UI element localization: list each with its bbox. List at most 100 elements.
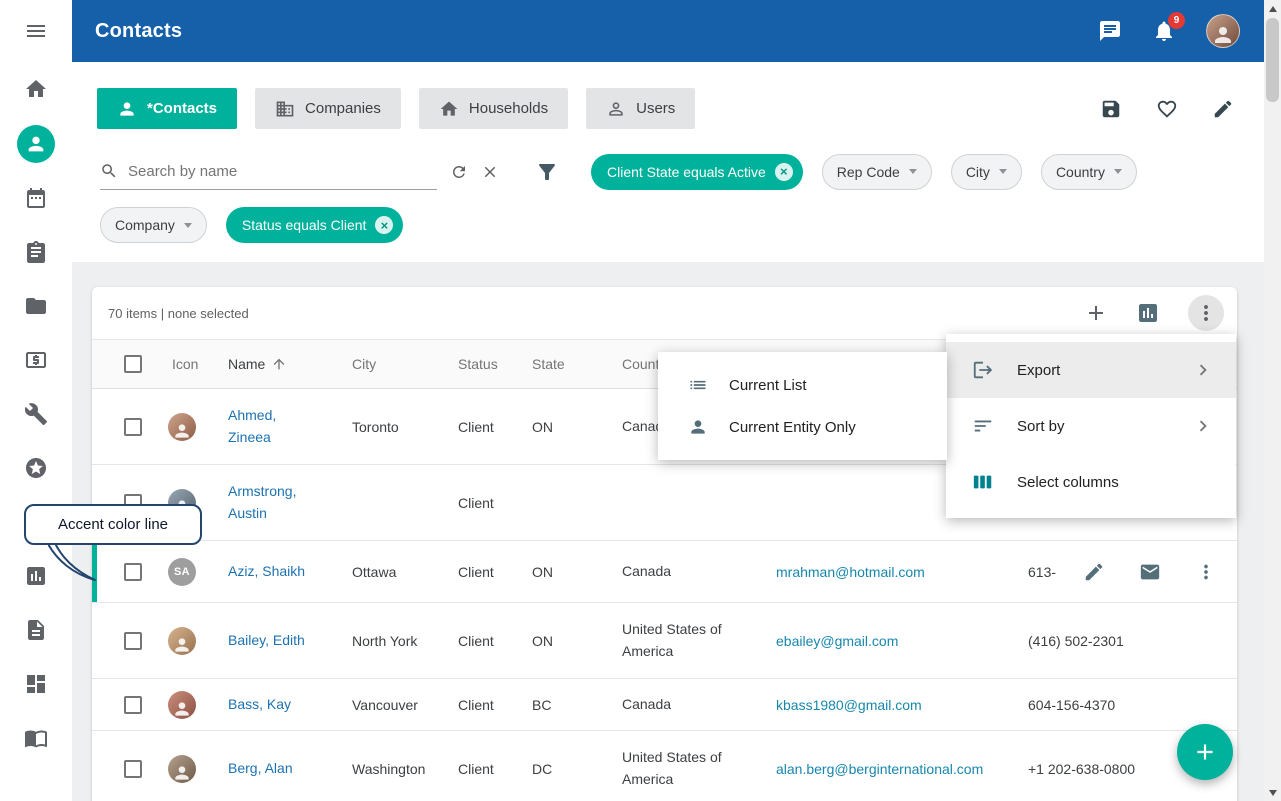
tab-households[interactable]: Households <box>419 88 568 129</box>
tab-users[interactable]: Users <box>586 88 695 129</box>
select-all-checkbox[interactable] <box>124 355 142 373</box>
remove-filter-icon[interactable]: × <box>375 216 393 234</box>
add-contact-icon[interactable] <box>1084 301 1108 325</box>
chat-icon[interactable] <box>1098 19 1122 43</box>
send-email-envelope-icon[interactable] <box>1139 561 1161 583</box>
sidebar-item-tools-icon[interactable] <box>24 402 48 426</box>
user-outline-icon <box>606 99 626 119</box>
refresh-icon[interactable] <box>450 163 468 181</box>
table-row-selected-accent[interactable]: SA Aziz, Shaikh Ottawa Client ON Canada … <box>92 541 1237 603</box>
list-icon <box>688 375 708 395</box>
tab-label: Users <box>636 100 675 117</box>
table-row[interactable]: Berg, Alan Washington Client DC United S… <box>92 731 1237 801</box>
sidebar-item-directory-icon[interactable] <box>24 726 48 750</box>
sidebar-item-contacts-icon[interactable] <box>17 125 55 163</box>
cell-state: ON <box>532 633 622 649</box>
scrollbar-thumb[interactable] <box>1266 18 1279 102</box>
column-header-name[interactable]: Name <box>228 356 352 372</box>
row-checkbox[interactable] <box>124 760 142 778</box>
favorite-heart-icon[interactable] <box>1156 98 1178 120</box>
filter-chip-label: City <box>966 164 990 180</box>
submenu-item-label: Current List <box>729 377 807 394</box>
column-header-city[interactable]: City <box>352 356 458 372</box>
column-header-status[interactable]: Status <box>458 356 532 372</box>
sidebar-item-dashboard-icon[interactable] <box>24 672 48 696</box>
contact-name-link[interactable]: Ahmed, Zineea <box>228 405 320 448</box>
contact-name-link[interactable]: Aziz, Shaikh <box>228 561 305 583</box>
cell-city: Toronto <box>352 419 458 435</box>
row-checkbox[interactable] <box>124 696 142 714</box>
filter-chip-country[interactable]: Country <box>1041 154 1137 190</box>
table-more-menu-icon[interactable] <box>1188 295 1224 331</box>
cell-status: Client <box>458 697 532 713</box>
sidebar-item-home-icon[interactable] <box>24 77 48 101</box>
cell-state: ON <box>532 564 622 580</box>
vertical-scrollbar[interactable] <box>1264 0 1281 801</box>
sidebar-item-documents-folder-icon[interactable] <box>24 294 48 318</box>
row-checkbox[interactable] <box>124 418 142 436</box>
home-icon <box>439 99 459 119</box>
hamburger-menu-icon[interactable] <box>24 19 48 43</box>
contact-email-link[interactable]: alan.berg@berginternational.com <box>776 761 983 777</box>
save-view-icon[interactable] <box>1100 98 1122 120</box>
edit-contact-pencil-icon[interactable] <box>1083 561 1105 583</box>
add-new-fab-button[interactable] <box>1177 724 1233 780</box>
contact-name-link[interactable]: Bass, Kay <box>228 694 291 716</box>
row-checkbox[interactable] <box>124 632 142 650</box>
caret-down-icon <box>999 169 1007 174</box>
edit-view-pencil-icon[interactable] <box>1212 98 1234 120</box>
table-row[interactable]: Bailey, Edith North York Client ON Unite… <box>92 603 1237 679</box>
menu-item-select-columns[interactable]: Select columns <box>946 454 1236 510</box>
remove-filter-icon[interactable]: × <box>775 163 793 181</box>
cell-status: Client <box>458 761 532 777</box>
scroll-up-arrow[interactable] <box>1264 0 1281 17</box>
sidebar-item-tasks-icon[interactable] <box>24 240 48 264</box>
cell-phone: (416) 502-2301 <box>1028 633 1237 649</box>
contact-name-link[interactable]: Armstrong, Austin <box>228 481 320 524</box>
chart-view-icon[interactable] <box>1136 301 1160 325</box>
filter-chip-rep-code[interactable]: Rep Code <box>822 154 932 190</box>
contact-email-link[interactable]: mrahman@hotmail.com <box>776 564 925 580</box>
submenu-item-current-list[interactable]: Current List <box>658 364 947 406</box>
row-more-menu-icon[interactable] <box>1195 561 1217 583</box>
contact-avatar-initials: SA <box>168 558 196 586</box>
filter-chip-status[interactable]: Status equals Client × <box>226 207 404 243</box>
contact-email-link[interactable]: ebailey@gmail.com <box>776 633 898 649</box>
row-checkbox[interactable] <box>124 563 142 581</box>
caret-down-icon <box>909 169 917 174</box>
cell-status: Client <box>458 633 532 649</box>
scroll-down-arrow[interactable] <box>1264 784 1281 801</box>
sidebar-item-files-icon[interactable] <box>24 618 48 642</box>
filter-chip-client-state[interactable]: Client State equals Active × <box>591 154 803 190</box>
contact-avatar <box>168 755 196 783</box>
tab-label: *Contacts <box>147 100 217 117</box>
cell-city: Ottawa <box>352 564 458 580</box>
column-header-icon[interactable]: Icon <box>154 356 224 372</box>
menu-item-label: Export <box>1017 362 1192 379</box>
filter-chip-company[interactable]: Company <box>100 207 207 243</box>
filter-funnel-icon[interactable] <box>535 160 559 184</box>
notifications-bell-icon[interactable]: 9 <box>1152 19 1176 43</box>
tab-companies[interactable]: Companies <box>255 88 401 129</box>
menu-item-export[interactable]: Export <box>946 342 1236 398</box>
column-header-state[interactable]: State <box>532 356 622 372</box>
sidebar-item-calendar-icon[interactable] <box>24 186 48 210</box>
contact-name-link[interactable]: Bailey, Edith <box>228 630 305 652</box>
sidebar-item-reports-icon[interactable] <box>24 564 48 588</box>
user-avatar[interactable] <box>1206 14 1240 48</box>
table-row[interactable]: Bass, Kay Vancouver Client BC Canada kba… <box>92 679 1237 731</box>
sidebar-item-opportunities-icon[interactable] <box>24 456 48 480</box>
contact-email-link[interactable]: kbass1980@gmail.com <box>776 697 922 713</box>
cell-country: Canada <box>622 694 671 716</box>
export-submenu: Current List Current Entity Only <box>658 352 947 460</box>
tab-contacts[interactable]: *Contacts <box>97 88 237 129</box>
menu-item-sort-by[interactable]: Sort by <box>946 398 1236 454</box>
contact-name-link[interactable]: Berg, Alan <box>228 758 293 780</box>
sort-icon <box>972 415 994 437</box>
clear-search-icon[interactable] <box>481 163 499 181</box>
filter-chip-city[interactable]: City <box>951 154 1022 190</box>
selection-summary: 70 items | none selected <box>108 306 249 321</box>
submenu-item-current-entity[interactable]: Current Entity Only <box>658 406 947 448</box>
search-input[interactable] <box>128 163 437 180</box>
sidebar-item-payments-icon[interactable] <box>24 348 48 372</box>
